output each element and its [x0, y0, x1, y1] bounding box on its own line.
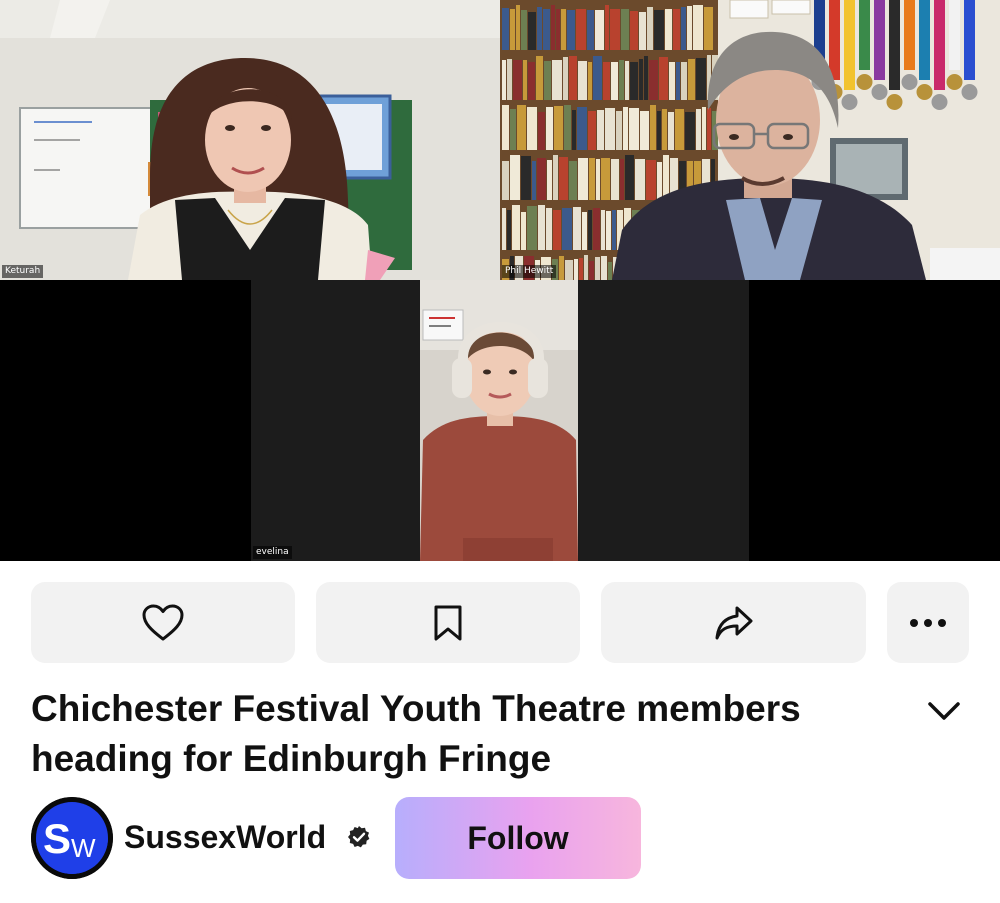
participant-video-keturah	[0, 0, 500, 280]
share-arrow-icon	[715, 606, 752, 639]
heart-icon	[142, 604, 184, 640]
video-call-grid: Keturah Phil Hewitt evelina	[0, 0, 1000, 561]
sussexworld-logo-icon: S W	[31, 797, 113, 879]
logo-letter-s: S	[43, 815, 71, 862]
publisher-name[interactable]: SussexWorld	[124, 815, 326, 859]
participant-tile-evelina[interactable]: evelina	[251, 280, 749, 561]
participant-tile-keturah[interactable]: Keturah	[0, 0, 500, 280]
participant-name-label: Phil Hewitt	[502, 265, 557, 278]
logo-letter-w: W	[71, 833, 96, 863]
bookmark-icon	[434, 605, 462, 640]
more-options-button[interactable]	[887, 582, 969, 663]
participant-video-phil-hewitt	[500, 0, 1000, 280]
participant-name-label: evelina	[253, 546, 292, 559]
article-title: Chichester Festival Youth Theatre member…	[31, 688, 801, 779]
participant-name-label: Keturah	[2, 265, 44, 278]
share-button[interactable]	[601, 582, 866, 663]
participant-video-evelina	[251, 280, 749, 561]
chevron-down-icon[interactable]	[926, 696, 962, 724]
participant-tile-phil-hewitt[interactable]: Phil Hewitt	[500, 0, 1000, 280]
like-button[interactable]	[31, 582, 295, 663]
publisher-logo[interactable]: S W	[31, 797, 113, 879]
save-button[interactable]	[316, 582, 580, 663]
follow-button[interactable]: Follow	[395, 797, 641, 879]
more-dots-icon	[910, 618, 946, 627]
action-bar	[31, 582, 969, 663]
verified-badge-icon	[348, 826, 370, 848]
